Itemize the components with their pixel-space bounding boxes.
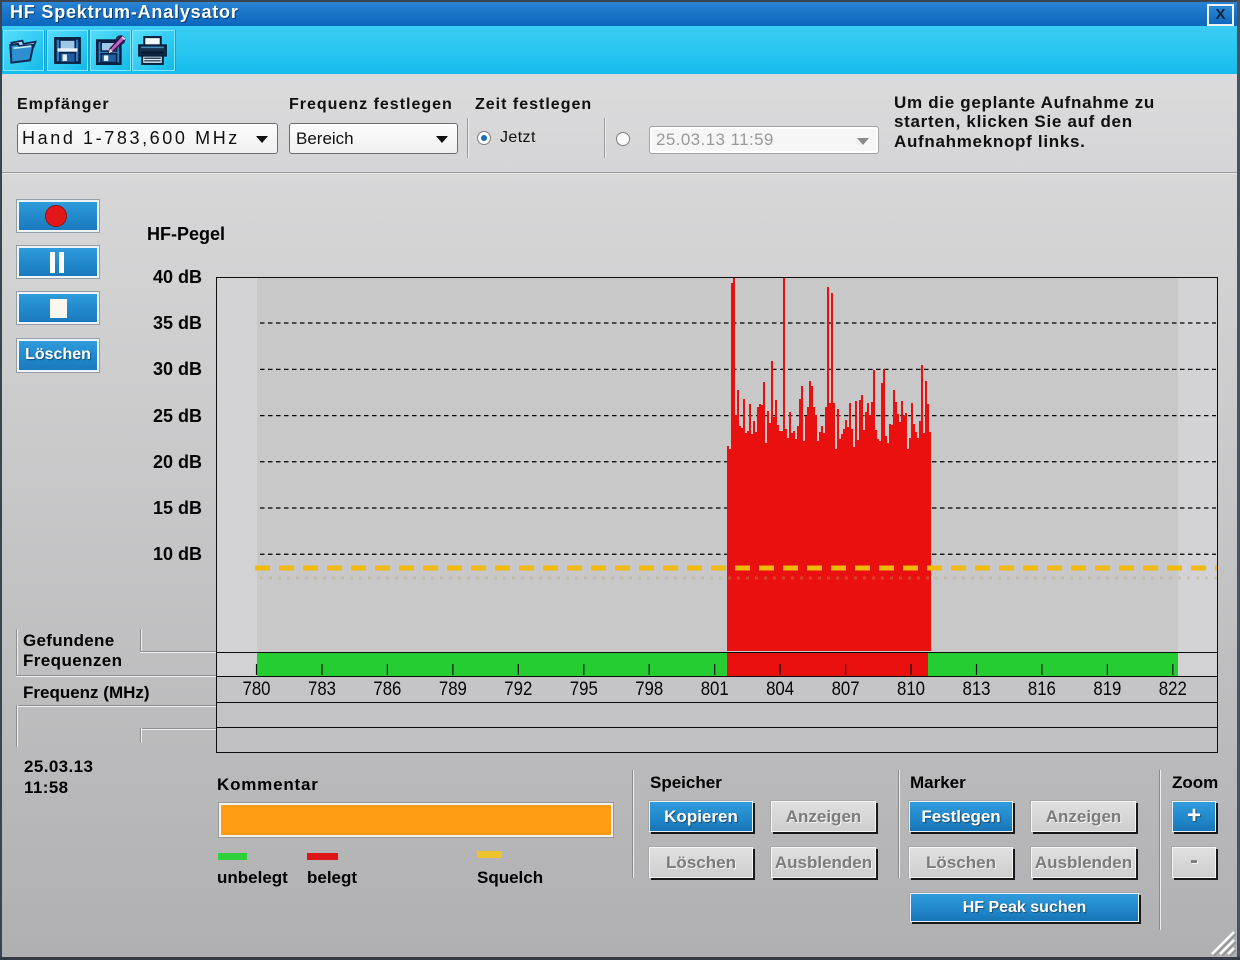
svg-text:783: 783 [308,679,336,700]
svg-text:816: 816 [1028,679,1056,700]
svg-text:819: 819 [1093,679,1121,700]
svg-text:822: 822 [1159,679,1187,700]
svg-text:810: 810 [897,679,925,700]
svg-text:786: 786 [373,679,401,700]
svg-text:795: 795 [570,679,598,700]
svg-text:801: 801 [701,679,729,700]
svg-text:807: 807 [832,679,860,700]
svg-text:813: 813 [963,679,991,700]
svg-text:804: 804 [766,679,794,700]
svg-text:789: 789 [439,679,467,700]
svg-text:792: 792 [504,679,532,700]
svg-text:798: 798 [635,679,663,700]
svg-text:780: 780 [243,679,271,700]
